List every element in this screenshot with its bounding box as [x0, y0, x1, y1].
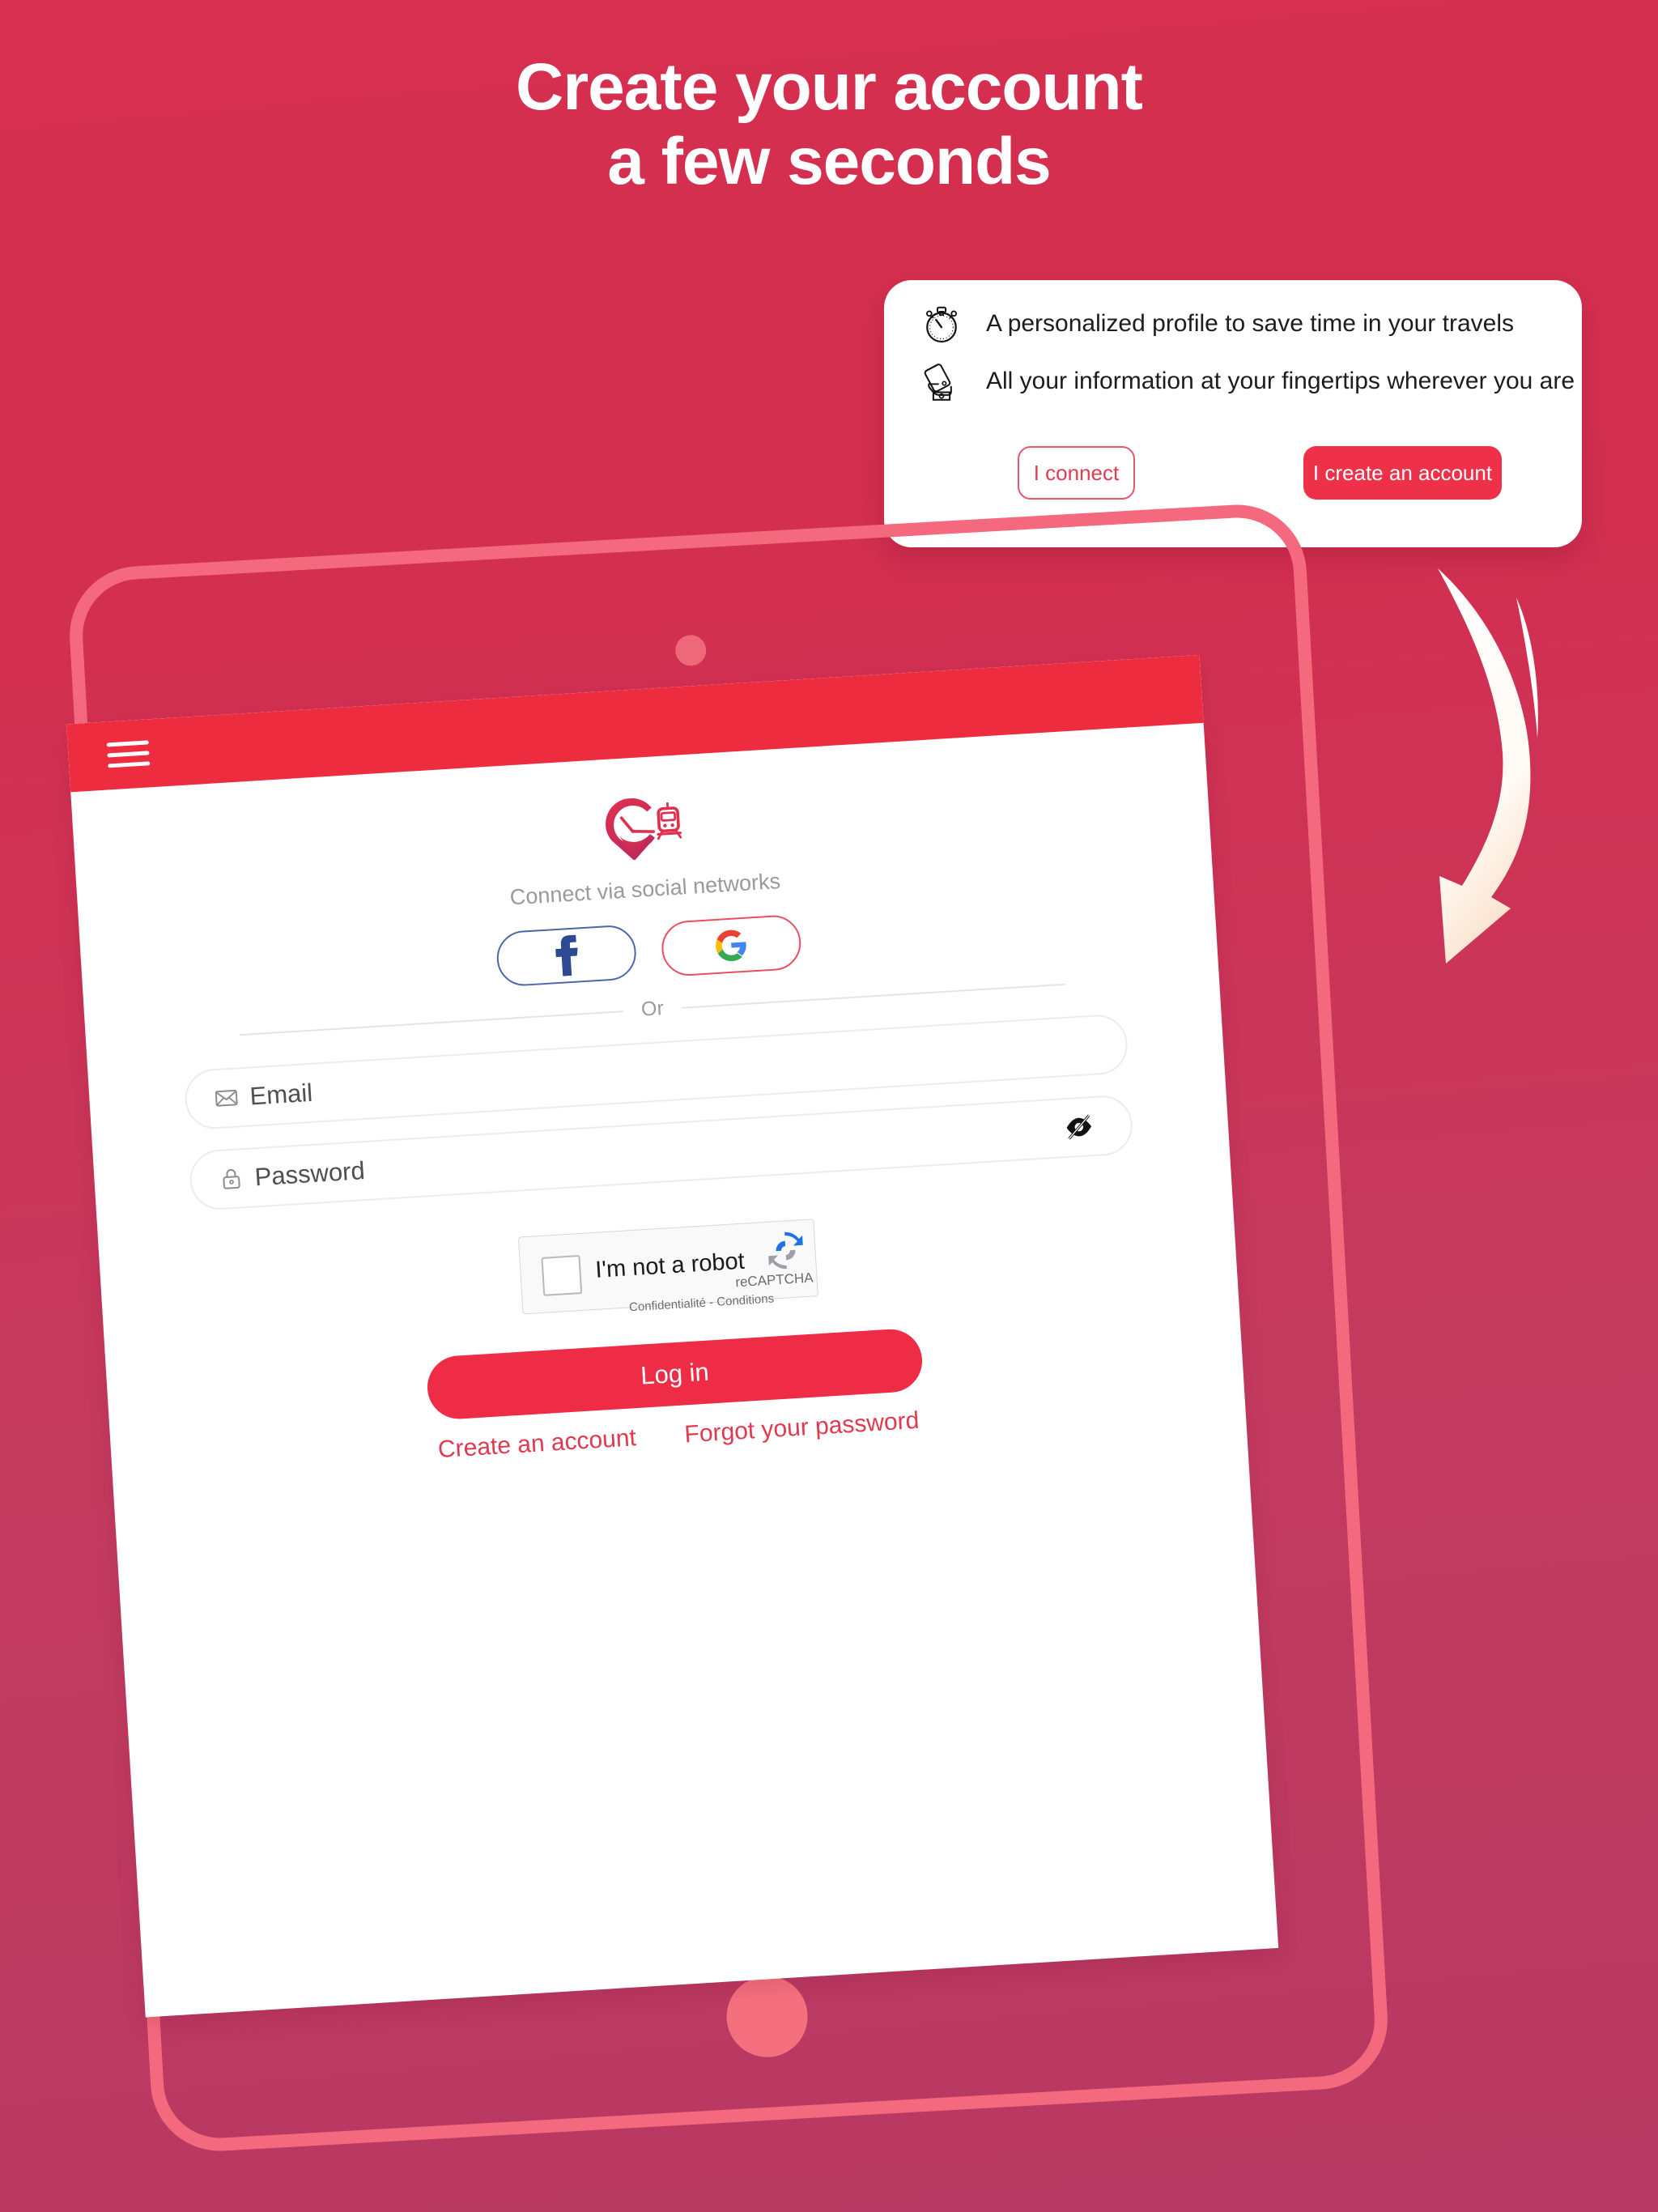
benefit-text-1: A personalized profile to save time in y… [986, 310, 1514, 337]
benefit-text-2: All your information at your fingertips … [986, 368, 1575, 394]
create-account-link[interactable]: Create an account [437, 1424, 637, 1464]
divider-line-right [681, 983, 1066, 1009]
i-connect-button[interactable]: I connect [1018, 446, 1135, 500]
recaptcha-brand: reCAPTCHA [734, 1270, 814, 1291]
google-login-button[interactable] [660, 913, 803, 978]
recaptcha-widget[interactable]: I'm not a robot reCAPTCHA Confidentialit… [517, 1219, 818, 1315]
hand-holding-phone-icon [924, 364, 952, 401]
password-field-label: Password [253, 1156, 366, 1192]
tablet-screen: Connect via social networks Or Email Pas… [66, 654, 1279, 2018]
benefit-row-1: A personalized profile to save time in y… [920, 302, 1514, 346]
recaptcha-icon [768, 1231, 803, 1270]
divider-label: Or [640, 997, 665, 1021]
hamburger-menu-icon[interactable] [106, 740, 151, 770]
tablet-device: Connect via social networks Or Email Pas… [66, 500, 1392, 2155]
page-title: Create your account a few seconds [0, 50, 1658, 199]
stopwatch-icon [926, 306, 957, 343]
benefit-row-2: All your information at your fingertips … [920, 359, 1575, 403]
headline-line-1: Create your account [516, 50, 1143, 124]
i-create-an-account-button[interactable]: I create an account [1303, 446, 1502, 500]
login-page: Connect via social networks Or Email Pas… [70, 723, 1246, 1484]
curved-arrow-decoration [1438, 568, 1538, 963]
promo-card-actions: I connect I create an account [884, 446, 1582, 511]
lock-icon [223, 1168, 240, 1189]
envelope-icon [215, 1089, 238, 1107]
clock-pin-train-logo [606, 798, 682, 861]
facebook-login-button[interactable] [495, 924, 638, 988]
recaptcha-label: I'm not a robot [594, 1248, 746, 1283]
google-icon [716, 929, 746, 962]
facebook-icon [555, 934, 578, 976]
recaptcha-terms[interactable]: Confidentialité - Conditions [629, 1291, 775, 1314]
forgot-password-link[interactable]: Forgot your password [684, 1407, 920, 1449]
headline-line-2: a few seconds [607, 124, 1052, 198]
recaptcha-checkbox[interactable] [541, 1254, 583, 1296]
eye-off-icon[interactable] [1064, 1113, 1095, 1141]
divider-line-left [239, 1010, 624, 1036]
log-in-button[interactable]: Log in [425, 1327, 925, 1421]
email-field-label: Email [249, 1078, 314, 1111]
